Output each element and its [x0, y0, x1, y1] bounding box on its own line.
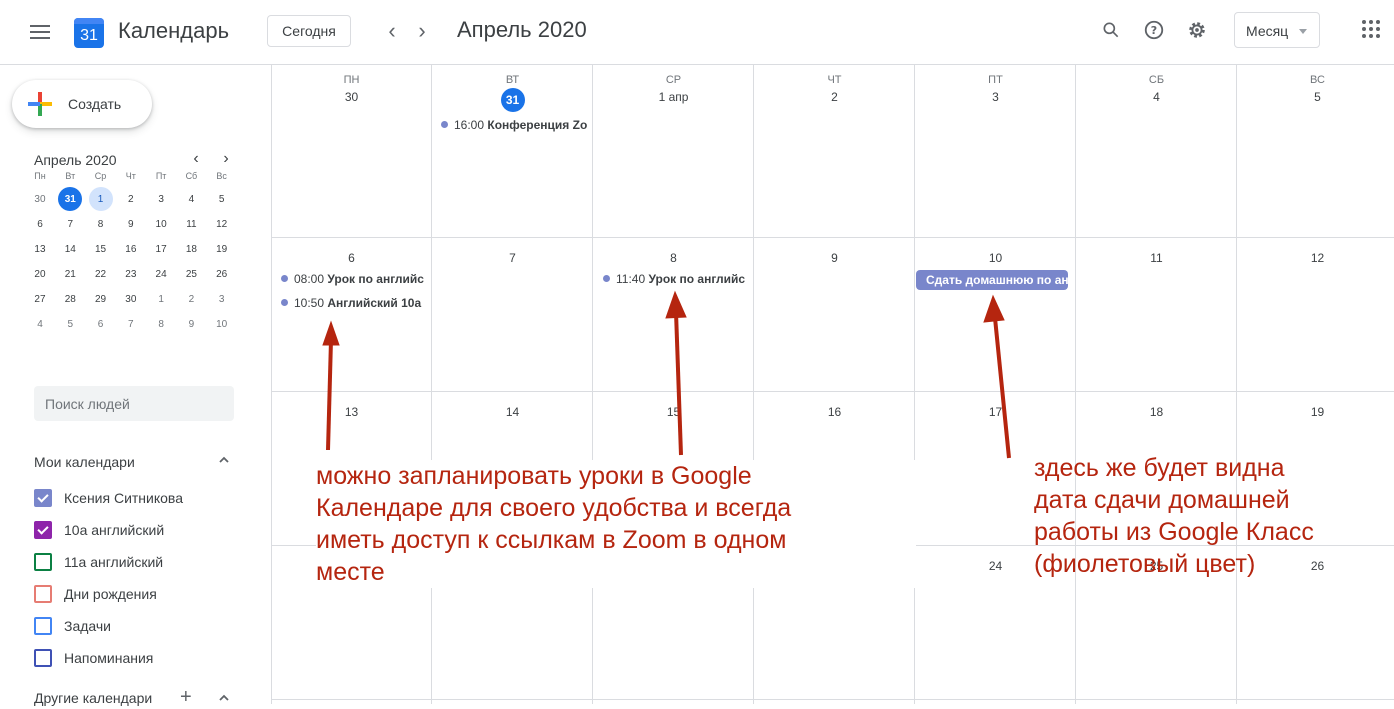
arrow-line [674, 311, 683, 456]
annotation-arrows [322, 290, 1011, 459]
arrow-line [326, 339, 333, 451]
arrow-head [983, 294, 1005, 323]
arrow-head [665, 290, 687, 319]
arrow-head [322, 320, 340, 346]
arrow-line [993, 317, 1011, 459]
